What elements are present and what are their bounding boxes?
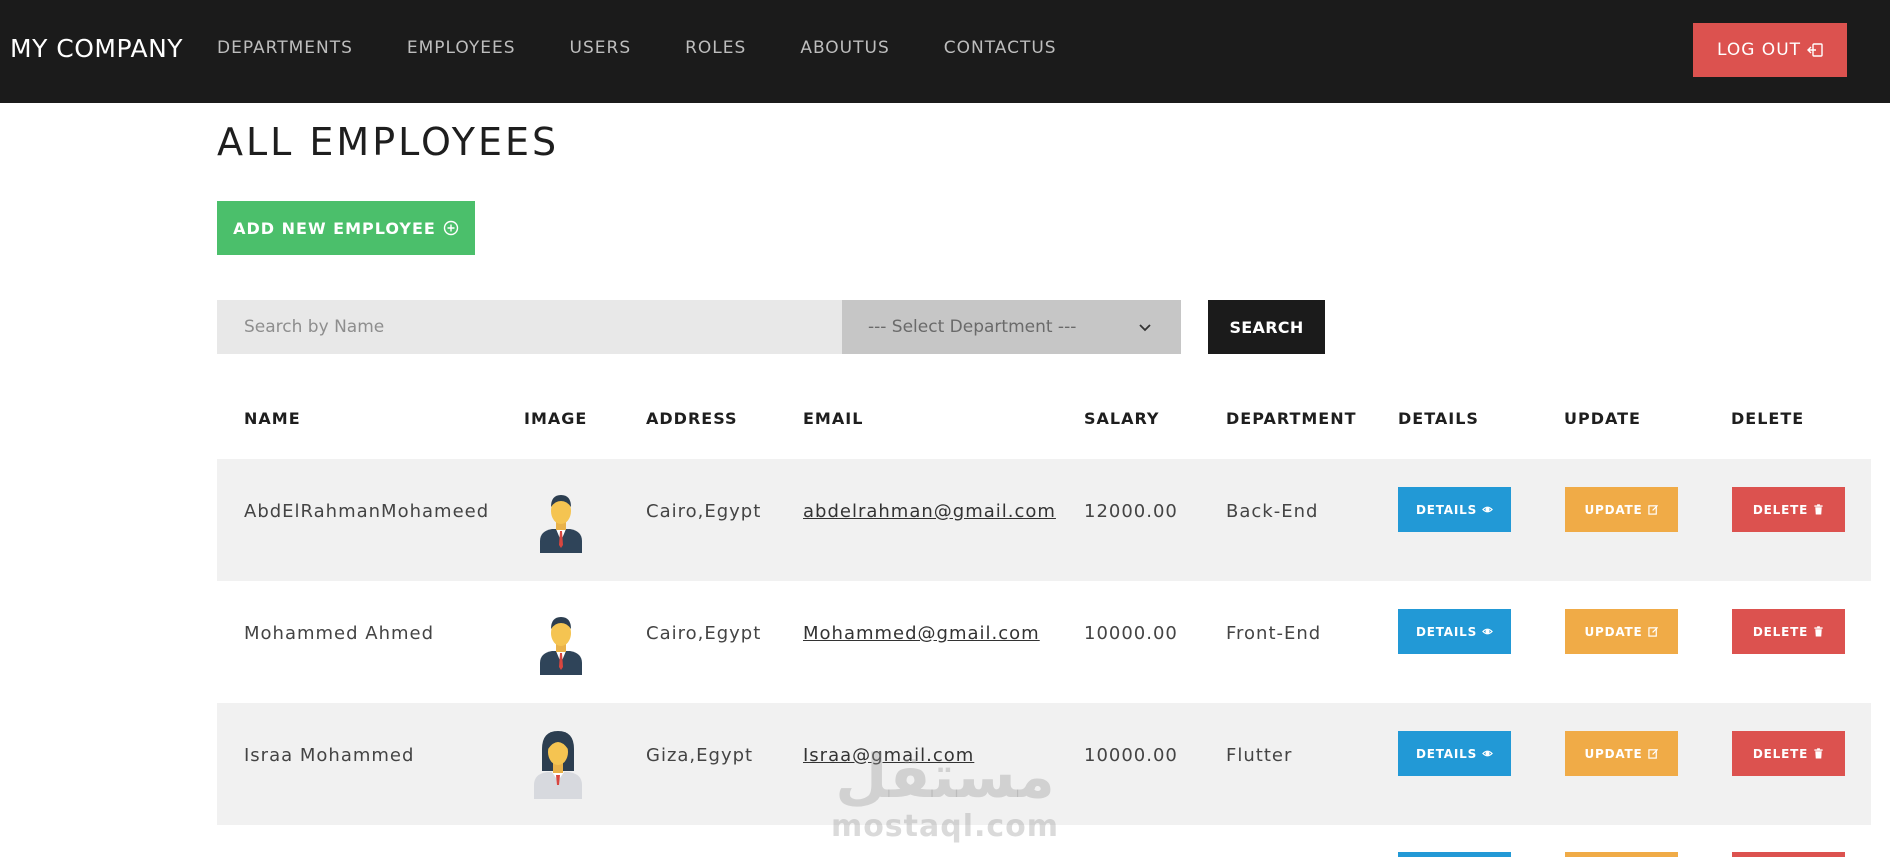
plus-circle-icon bbox=[443, 220, 459, 236]
cell-salary: 10000.00 bbox=[1084, 745, 1178, 766]
cell-name: Israa Mohammed bbox=[244, 745, 415, 766]
nav-employees[interactable]: EMPLOYEES bbox=[407, 38, 516, 58]
nav-users[interactable]: USERS bbox=[570, 38, 632, 58]
edit-icon bbox=[1647, 748, 1658, 759]
brand-logo[interactable]: MY COMPANY bbox=[10, 34, 183, 63]
search-input[interactable] bbox=[217, 300, 842, 354]
header-details: DETAILS bbox=[1398, 409, 1479, 428]
sign-out-icon bbox=[1807, 43, 1823, 57]
details-button-partial[interactable] bbox=[1398, 852, 1511, 857]
details-button[interactable]: DETAILS bbox=[1398, 731, 1511, 776]
logout-label: LOG OUT bbox=[1716, 40, 1802, 60]
department-select-value: --- Select Department --- bbox=[868, 317, 1077, 337]
delete-button[interactable]: DELETE bbox=[1732, 487, 1845, 532]
eye-icon bbox=[1482, 628, 1493, 635]
update-label: UPDATE bbox=[1584, 746, 1643, 761]
cell-email[interactable]: abdelrahman@gmail.com bbox=[803, 501, 1056, 522]
cell-address: Cairo,Egypt bbox=[646, 623, 762, 644]
employees-table: NAME IMAGE ADDRESS EMAIL SALARY DEPARTME… bbox=[217, 388, 1871, 825]
nav-contactus[interactable]: CONTACTUS bbox=[944, 38, 1057, 58]
table-header: NAME IMAGE ADDRESS EMAIL SALARY DEPARTME… bbox=[217, 388, 1871, 459]
cell-department: Back-End bbox=[1226, 501, 1319, 522]
update-button[interactable]: UPDATE bbox=[1565, 731, 1678, 776]
eye-icon bbox=[1482, 506, 1493, 513]
cell-department: Flutter bbox=[1226, 745, 1293, 766]
header-department: DEPARTMENT bbox=[1226, 409, 1357, 428]
table-row: Mohammed Ahmed Cairo,Egypt Mohammed@gmai… bbox=[217, 581, 1871, 703]
cell-salary: 10000.00 bbox=[1084, 623, 1178, 644]
cell-email[interactable]: Israa@gmail.com bbox=[803, 745, 974, 766]
trash-icon bbox=[1814, 626, 1823, 637]
header-update: UPDATE bbox=[1564, 409, 1641, 428]
navbar: MY COMPANY DEPARTMENTS EMPLOYEES USERS R… bbox=[0, 0, 1890, 103]
add-employee-button[interactable]: ADD NEW EMPLOYEE bbox=[217, 201, 475, 255]
cell-address: Cairo,Egypt bbox=[646, 501, 762, 522]
details-label: DETAILS bbox=[1415, 624, 1478, 639]
nav-roles[interactable]: ROLES bbox=[685, 38, 746, 58]
update-button[interactable]: UPDATE bbox=[1565, 609, 1678, 654]
header-salary: SALARY bbox=[1084, 409, 1160, 428]
update-label: UPDATE bbox=[1584, 624, 1643, 639]
header-name: NAME bbox=[244, 409, 301, 428]
header-email: EMAIL bbox=[803, 409, 864, 428]
eye-icon bbox=[1482, 750, 1493, 757]
update-button[interactable]: UPDATE bbox=[1565, 487, 1678, 532]
cell-name: AbdElRahmanMohameed bbox=[244, 501, 490, 522]
cell-name: Mohammed Ahmed bbox=[244, 623, 435, 644]
update-label: UPDATE bbox=[1584, 502, 1643, 517]
trash-icon bbox=[1814, 748, 1823, 759]
male-avatar-icon bbox=[540, 617, 582, 675]
delete-label: DELETE bbox=[1752, 746, 1809, 761]
edit-icon bbox=[1647, 626, 1658, 637]
page-title: ALL EMPLOYEES bbox=[217, 120, 560, 164]
trash-icon bbox=[1814, 504, 1823, 515]
nav-aboutus[interactable]: ABOUTUS bbox=[800, 38, 889, 58]
delete-label: DELETE bbox=[1752, 624, 1809, 639]
nav-departments[interactable]: DEPARTMENTS bbox=[217, 38, 353, 58]
department-select[interactable]: --- Select Department --- bbox=[842, 300, 1181, 354]
update-button-partial[interactable] bbox=[1565, 852, 1678, 857]
details-label: DETAILS bbox=[1415, 746, 1478, 761]
chevron-down-icon bbox=[1139, 324, 1151, 332]
header-delete: DELETE bbox=[1731, 409, 1805, 428]
delete-label: DELETE bbox=[1752, 502, 1809, 517]
delete-button[interactable]: DELETE bbox=[1732, 731, 1845, 776]
delete-button-partial[interactable] bbox=[1732, 852, 1845, 857]
cell-address: Giza,Egypt bbox=[646, 745, 754, 766]
male-avatar-icon bbox=[540, 495, 582, 553]
search-button[interactable]: SEARCH bbox=[1208, 300, 1325, 354]
header-image: IMAGE bbox=[524, 409, 588, 428]
edit-icon bbox=[1647, 504, 1658, 515]
cell-email[interactable]: Mohammed@gmail.com bbox=[803, 623, 1040, 644]
table-row: AbdElRahmanMohameed Cairo,Egypt abdelrah… bbox=[217, 459, 1871, 581]
details-button[interactable]: DETAILS bbox=[1398, 609, 1511, 654]
cell-department: Front-End bbox=[1226, 623, 1322, 644]
delete-button[interactable]: DELETE bbox=[1732, 609, 1845, 654]
add-employee-label: ADD NEW EMPLOYEE bbox=[233, 218, 436, 238]
female-avatar-icon bbox=[534, 731, 582, 799]
nav-links: DEPARTMENTS EMPLOYEES USERS ROLES ABOUTU… bbox=[217, 38, 1111, 58]
details-button[interactable]: DETAILS bbox=[1398, 487, 1511, 532]
cell-salary: 12000.00 bbox=[1084, 501, 1178, 522]
table-row: Israa Mohammed Giza,Egypt Israa@gmail.co… bbox=[217, 703, 1871, 825]
details-label: DETAILS bbox=[1415, 502, 1478, 517]
logout-button[interactable]: LOG OUT bbox=[1693, 23, 1847, 77]
header-address: ADDRESS bbox=[646, 409, 738, 428]
